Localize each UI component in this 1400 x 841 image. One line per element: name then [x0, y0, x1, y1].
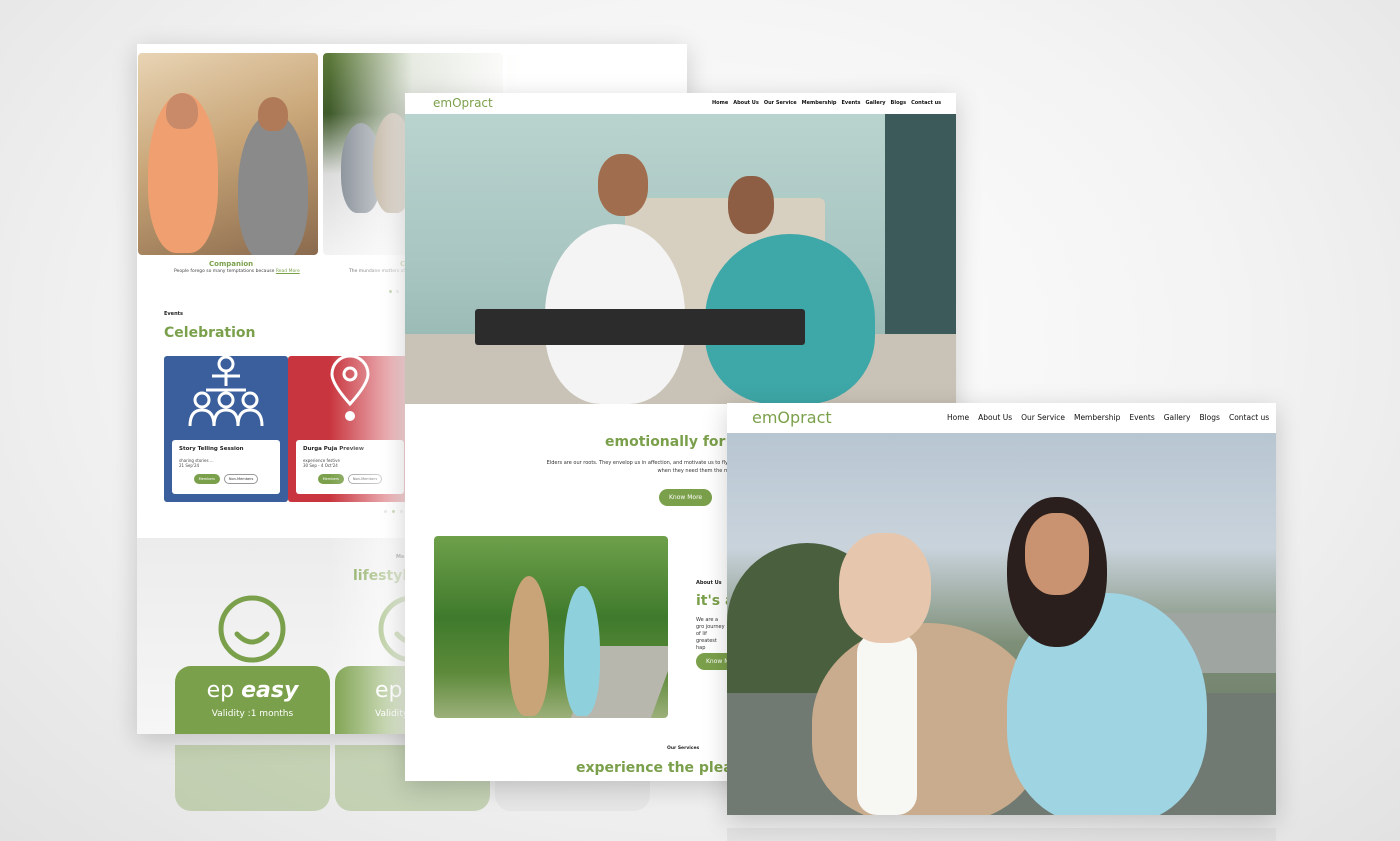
know-more-button[interactable]: Know More — [659, 489, 713, 506]
event-card[interactable]: Story Telling Session sharing stories ..… — [164, 356, 288, 502]
nav-membership[interactable]: Membership — [1074, 413, 1120, 422]
nav-contact-us[interactable]: Contact us — [911, 100, 941, 106]
front-website-screenshot: emOpract Home About Us Our Service Membe… — [727, 403, 1276, 815]
brand-logo[interactable]: emOpract — [752, 408, 832, 427]
companion-photo — [138, 53, 318, 255]
nav-about-us[interactable]: About Us — [733, 100, 759, 106]
plan-name-prefix: ep — [206, 678, 235, 703]
event-title: Durga Puja Preview — [303, 446, 364, 452]
members-tag[interactable]: Members — [317, 474, 344, 484]
event-card[interactable]: Durga Puja Preview experience festive 30 … — [288, 356, 412, 502]
nav-gallery[interactable]: Gallery — [1164, 413, 1191, 422]
nav-blogs[interactable]: Blogs — [1199, 413, 1220, 422]
plan-card[interactable]: ep easy Validity :1 months — [175, 666, 330, 734]
nav-events[interactable]: Events — [842, 100, 861, 106]
events-heading: Celebration — [164, 325, 256, 341]
companion-desc: People forego so many temptations becaus… — [174, 269, 300, 274]
nav-our-service[interactable]: Our Service — [764, 100, 797, 106]
read-more-link[interactable]: Read More — [276, 269, 300, 274]
companion-title: Companion — [209, 260, 254, 268]
nav-gallery[interactable]: Gallery — [866, 100, 886, 106]
non-members-tag[interactable]: Non-Members — [223, 474, 259, 484]
carousel-dots[interactable] — [389, 290, 399, 293]
about-label: About Us — [696, 580, 722, 586]
nav-contact-us[interactable]: Contact us — [1229, 413, 1269, 422]
storytelling-icon — [188, 356, 264, 427]
navbar: emOpract Home About Us Our Service Membe… — [727, 403, 1276, 433]
about-body: We are a gro journey of lif greatest hap — [696, 617, 725, 651]
services-label: Our Services — [667, 746, 700, 751]
nav-home[interactable]: Home — [947, 413, 969, 422]
nav-our-service[interactable]: Our Service — [1021, 413, 1065, 422]
events-label: Events — [164, 311, 183, 317]
location-pin-icon — [330, 356, 370, 421]
event-date: 30 Sep - 4 Oct'24 — [303, 463, 338, 468]
hero-photo-piano — [405, 114, 956, 404]
nav-home[interactable]: Home — [712, 100, 728, 106]
nav-blogs[interactable]: Blogs — [891, 100, 907, 106]
non-members-tag[interactable]: Non-Members — [347, 474, 383, 484]
about-photo-walk — [434, 536, 668, 718]
navbar: emOpract Home About Us Our Service Membe… — [405, 93, 956, 114]
services-heading: experience the pleasu — [576, 760, 751, 776]
nav-events[interactable]: Events — [1129, 413, 1154, 422]
membership-heading: lifestyl — [353, 568, 408, 584]
event-date: 21 Sep'24 — [179, 463, 200, 468]
plan-name-bold: easy — [241, 678, 299, 703]
brand-logo[interactable]: emOpract — [433, 96, 493, 110]
tagline-heading: emotionally for el — [605, 434, 745, 450]
nav-about-us[interactable]: About Us — [978, 413, 1012, 422]
members-tag[interactable]: Members — [193, 474, 220, 484]
reflection — [727, 828, 1276, 841]
plan-validity: Validity :1 months — [211, 709, 294, 719]
event-title: Story Telling Session — [179, 446, 244, 452]
smile-logo-icon — [218, 595, 286, 663]
nav-membership[interactable]: Membership — [802, 100, 837, 106]
hero-photo-lakeside — [727, 433, 1276, 815]
membership-label: Me — [396, 554, 405, 560]
events-carousel-dots[interactable] — [384, 510, 403, 513]
